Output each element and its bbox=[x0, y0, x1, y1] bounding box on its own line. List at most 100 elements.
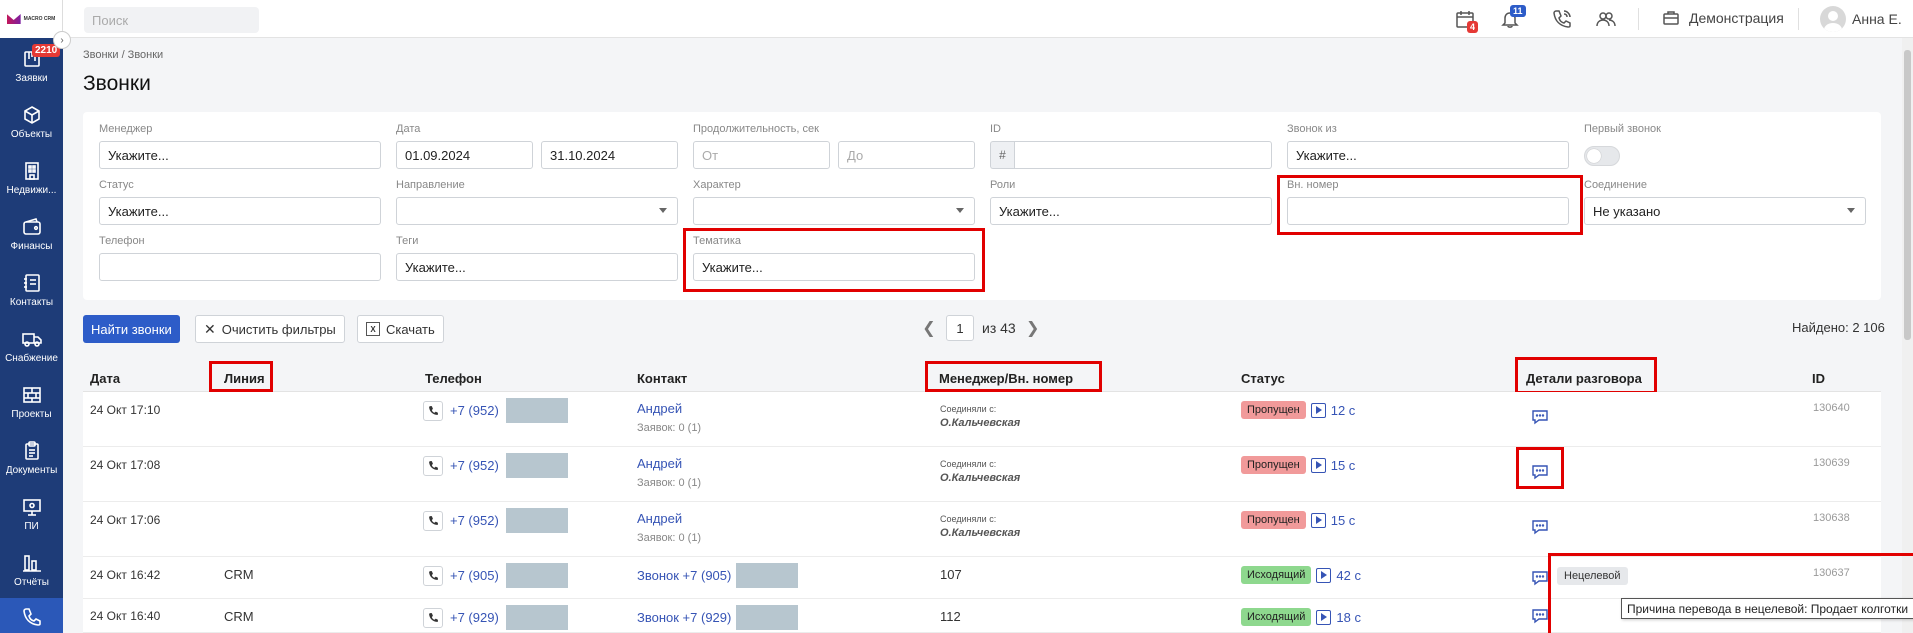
find-calls-button[interactable]: Найти звонки bbox=[83, 315, 180, 343]
play-recording-icon[interactable] bbox=[1316, 567, 1332, 583]
details-button[interactable] bbox=[1531, 463, 1549, 484]
status-filter-input[interactable]: Укажите... bbox=[99, 197, 381, 225]
tags-filter-input[interactable]: Укажите... bbox=[396, 253, 678, 281]
col-id[interactable]: ID bbox=[1812, 371, 1825, 386]
character-select[interactable] bbox=[693, 197, 975, 225]
sidebar-item-objects[interactable]: Объекты bbox=[0, 94, 63, 150]
date-from-input[interactable]: 01.09.2024 bbox=[396, 141, 533, 169]
target-tag[interactable]: Нецелевой bbox=[1557, 567, 1628, 585]
contact-name-link[interactable]: Андрей bbox=[637, 456, 701, 471]
table-row[interactable]: 24 Окт 17:06 +7 (952) Андрей Заявок: 0 (… bbox=[83, 502, 1881, 557]
contact-name-link[interactable]: Звонок +7 (929) bbox=[637, 605, 799, 630]
phone-filter-input[interactable] bbox=[99, 253, 381, 281]
play-recording-icon[interactable] bbox=[1316, 609, 1332, 625]
ext-number-filter-input[interactable] bbox=[1287, 197, 1569, 225]
page-number-input[interactable]: 1 bbox=[946, 315, 974, 341]
sidebar-collapse-button[interactable]: › bbox=[53, 31, 71, 49]
call-duration[interactable]: 15 с bbox=[1331, 513, 1356, 528]
call-duration[interactable]: 18 с bbox=[1336, 610, 1361, 625]
scrollbar-thumb[interactable] bbox=[1904, 50, 1911, 340]
first-call-toggle[interactable] bbox=[1584, 146, 1620, 166]
sidebar-item-finance[interactable]: Финансы bbox=[0, 206, 63, 262]
details-button[interactable] bbox=[1531, 408, 1549, 429]
topic-filter-input[interactable]: Укажите... bbox=[693, 253, 975, 281]
call-button[interactable] bbox=[423, 400, 443, 421]
table-row[interactable]: 24 Окт 17:10 +7 (952) Андрей Заявок: 0 (… bbox=[83, 392, 1881, 447]
duration-from-input[interactable]: От bbox=[693, 141, 830, 169]
call-duration[interactable]: 12 с bbox=[1331, 403, 1356, 418]
sidebar-item-requests[interactable]: 2210 Заявки bbox=[0, 38, 63, 94]
next-page-button[interactable]: ❯ bbox=[1024, 318, 1042, 338]
sidebar-item-contacts[interactable]: Контакты bbox=[0, 262, 63, 318]
contact-name-link[interactable]: Андрей bbox=[637, 401, 701, 416]
redacted-block bbox=[736, 563, 799, 588]
sidebar-item-supply[interactable]: Снабжение bbox=[0, 318, 63, 374]
users-button[interactable] bbox=[1596, 9, 1618, 31]
table-row[interactable]: 24 Окт 16:42 CRM +7 (905) Звонок +7 (905… bbox=[83, 557, 1881, 599]
details-button[interactable] bbox=[1531, 607, 1549, 628]
details-button[interactable] bbox=[1531, 518, 1549, 539]
sidebar-item-pi[interactable]: ПИ bbox=[0, 486, 63, 542]
phone-number-link[interactable]: +7 (952) bbox=[450, 403, 499, 418]
sidebar-item-projects[interactable]: Проекты bbox=[0, 374, 63, 430]
contact-name-link[interactable]: Звонок +7 (905) bbox=[637, 563, 799, 588]
col-details[interactable]: Детали разговора bbox=[1526, 371, 1642, 386]
col-phone[interactable]: Телефон bbox=[425, 371, 482, 386]
col-line[interactable]: Линия bbox=[224, 371, 265, 386]
call-duration[interactable]: 42 с bbox=[1336, 568, 1361, 583]
row-phone: +7 (952) bbox=[423, 508, 568, 533]
roles-filter-input[interactable]: Укажите... bbox=[990, 197, 1272, 225]
call-duration[interactable]: 15 с bbox=[1331, 458, 1356, 473]
call-button[interactable] bbox=[423, 510, 443, 531]
search-box[interactable] bbox=[84, 7, 268, 33]
sidebar-item-realty[interactable]: Недвижи... bbox=[0, 150, 63, 206]
details-button[interactable] bbox=[1531, 569, 1549, 590]
duration-to-input[interactable]: До bbox=[838, 141, 975, 169]
sidebar-item-documents[interactable]: Документы bbox=[0, 430, 63, 486]
demo-label: Демонстрация bbox=[1689, 10, 1784, 26]
truck-icon bbox=[21, 332, 42, 347]
phone-number-link[interactable]: +7 (952) bbox=[450, 458, 499, 473]
play-recording-icon[interactable] bbox=[1310, 457, 1326, 473]
phone-number-link[interactable]: +7 (952) bbox=[450, 513, 499, 528]
sidebar-item-calls[interactable] bbox=[0, 598, 63, 633]
clear-filters-button[interactable]: ✕ Очистить фильтры bbox=[195, 315, 345, 343]
page-scrollbar[interactable] bbox=[1902, 38, 1913, 633]
col-date[interactable]: Дата bbox=[90, 371, 120, 386]
table-row[interactable]: 24 Окт 17:08 +7 (952) Андрей Заявок: 0 (… bbox=[83, 447, 1881, 502]
demo-switch[interactable]: Демонстрация bbox=[1663, 10, 1784, 26]
call-from-filter-input[interactable]: Укажите... bbox=[1287, 141, 1569, 169]
col-contact[interactable]: Контакт bbox=[637, 371, 687, 386]
call-button[interactable] bbox=[423, 565, 443, 586]
id-filter-input[interactable] bbox=[1014, 141, 1272, 169]
user-menu[interactable]: Анна Е. bbox=[1820, 6, 1902, 32]
date-to-input[interactable]: 31.10.2024 bbox=[541, 141, 678, 169]
sidebar-item-reports[interactable]: Отчёты bbox=[0, 542, 63, 598]
call-button[interactable] bbox=[423, 455, 443, 476]
manager-filter-input[interactable]: Укажите... bbox=[99, 141, 381, 169]
connection-select[interactable]: Не указано bbox=[1584, 197, 1866, 225]
notifications-button[interactable]: 11 bbox=[1500, 5, 1526, 31]
row-date: 24 Окт 17:10 bbox=[90, 403, 161, 417]
phone-number-link[interactable]: +7 (905) bbox=[450, 568, 499, 583]
download-button[interactable]: X Скачать bbox=[357, 315, 444, 343]
id-filter-label: ID bbox=[990, 123, 1001, 135]
prev-page-button[interactable]: ❮ bbox=[920, 318, 938, 338]
phone-number-link[interactable]: +7 (929) bbox=[450, 610, 499, 625]
search-input[interactable] bbox=[92, 12, 268, 28]
col-manager[interactable]: Менеджер/Вн. номер bbox=[939, 371, 1073, 386]
contact-name-link[interactable]: Андрей bbox=[637, 511, 701, 526]
col-status[interactable]: Статус bbox=[1241, 371, 1285, 386]
logo[interactable]: MACRO CRM bbox=[0, 0, 63, 38]
play-recording-icon[interactable] bbox=[1310, 402, 1326, 418]
contacts-book-icon bbox=[23, 273, 40, 292]
call-button[interactable] bbox=[423, 607, 443, 628]
breadcrumb[interactable]: Звонки / Звонки bbox=[83, 49, 163, 61]
direction-select[interactable] bbox=[396, 197, 678, 225]
table-row[interactable]: 24 Окт 16:40 CRM +7 (929) Звонок +7 (929… bbox=[83, 599, 1881, 633]
play-recording-icon[interactable] bbox=[1310, 512, 1326, 528]
telephony-button[interactable] bbox=[1552, 9, 1574, 31]
calendar-button[interactable]: 4 bbox=[1455, 9, 1479, 33]
topbar-divider bbox=[1638, 8, 1639, 30]
bar-chart-icon bbox=[22, 554, 41, 572]
